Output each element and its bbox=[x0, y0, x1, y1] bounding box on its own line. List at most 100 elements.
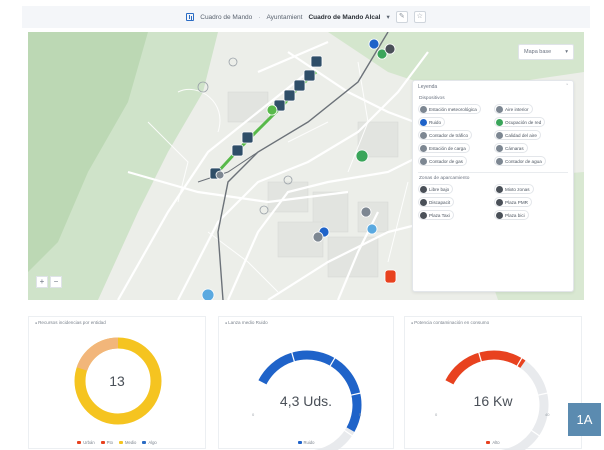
zoom-out-button[interactable]: − bbox=[50, 276, 62, 288]
legend-item[interactable]: Discapacit bbox=[418, 197, 455, 207]
legend-item[interactable]: Cámaras bbox=[494, 143, 528, 153]
edit-icon[interactable]: ✎ bbox=[395, 11, 408, 23]
legend-section-places: Zonas de aparcamiento bbox=[419, 176, 470, 181]
weather-station-icon bbox=[420, 105, 427, 113]
parking-taxi-icon bbox=[420, 211, 427, 219]
legend-item[interactable]: Plaza PMR bbox=[494, 197, 532, 207]
map-type-label: Mapa base bbox=[524, 49, 552, 55]
legend-item-label: Contador de agua bbox=[505, 158, 542, 164]
legend-item[interactable]: Contador de gas bbox=[418, 156, 467, 166]
legend-item-label: Discapacit bbox=[429, 199, 451, 205]
figure-badge: 1A bbox=[568, 403, 601, 436]
legend-swatch bbox=[77, 441, 82, 445]
card-legend-label: Urbán bbox=[83, 440, 95, 445]
legend-item-label: Ruido bbox=[429, 119, 442, 125]
legend-item[interactable]: Ocupación de red bbox=[494, 117, 546, 127]
chevron-down-icon: ▾ bbox=[565, 49, 568, 55]
legend-item-label: Libre bajo bbox=[429, 186, 450, 192]
map-legend: Leyenda ˇ Dispositivos Estación meteorol… bbox=[412, 80, 574, 292]
gas-meter-icon bbox=[420, 157, 427, 165]
legend-item[interactable]: Libre bajo bbox=[418, 184, 454, 194]
card-legend-item[interactable]: Ruido bbox=[297, 440, 315, 445]
gauge-max-label: 40 bbox=[545, 412, 550, 417]
card-legend-item[interactable]: Pto bbox=[100, 440, 113, 445]
legend-item-label: Mixto zonas bbox=[505, 186, 530, 192]
gauge-max-label: 5 bbox=[359, 412, 362, 417]
legend-item[interactable]: Contador de agua bbox=[494, 156, 546, 166]
parking-pmr-icon bbox=[496, 198, 503, 206]
network-icon bbox=[496, 118, 503, 126]
zoom-controls: + − bbox=[36, 276, 62, 288]
parking-bike-icon bbox=[496, 211, 503, 219]
noise-gauge bbox=[258, 350, 362, 450]
legend-places-list: Libre bajo Mixto zonas Discapacit Plaza PMR… bbox=[413, 184, 573, 220]
noise-icon bbox=[420, 118, 427, 126]
card-legend-label: Algo bbox=[148, 440, 157, 445]
current-dashboard[interactable]: Cuadro de Mando Alcal bbox=[308, 14, 380, 21]
legend-header[interactable]: Leyenda ˇ bbox=[413, 81, 573, 93]
legend-swatch bbox=[486, 441, 491, 445]
legend-item-label: Aire interior bbox=[505, 106, 529, 112]
donut-center-value: 13 bbox=[109, 373, 125, 389]
gauge-value: 4,3 Uds. bbox=[279, 393, 333, 409]
legend-devices-list: Estación meteorológica Aire interior Ruido… bbox=[413, 104, 573, 166]
air-quality-icon bbox=[496, 131, 503, 139]
legend-swatch bbox=[100, 441, 105, 445]
legend-section-devices: Dispositivos bbox=[419, 96, 445, 101]
star-icon[interactable]: ☆ bbox=[413, 11, 426, 23]
parking-low-icon bbox=[420, 185, 427, 193]
legend-item[interactable]: Ruido bbox=[418, 117, 446, 127]
legend-item[interactable]: Mixto zonas bbox=[494, 184, 534, 194]
legend-item-label: Estación meteorológica bbox=[429, 106, 477, 112]
parking-disabled-icon bbox=[420, 198, 427, 206]
legend-swatch bbox=[297, 441, 302, 445]
card-legend-item[interactable]: Algo bbox=[142, 440, 157, 445]
charging-icon bbox=[420, 144, 427, 152]
legend-swatch bbox=[118, 441, 123, 445]
donut-segment-secondary bbox=[76, 337, 119, 372]
breadcrumb-separator: · bbox=[258, 13, 261, 21]
gauge-value: 16 Kw bbox=[473, 393, 513, 409]
legend-item[interactable]: Contador de tráfico bbox=[418, 130, 473, 140]
legend-item[interactable]: Estación de carga bbox=[418, 143, 470, 153]
legend-item[interactable]: Estación meteorológica bbox=[418, 104, 481, 114]
card-legend-item[interactable]: Medio bbox=[118, 440, 137, 445]
traffic-counter-icon bbox=[420, 131, 427, 139]
legend-item-label: Ocupación de red bbox=[505, 119, 542, 125]
card-legend-label: Pto bbox=[106, 440, 113, 445]
legend-item-label: Cámaras bbox=[505, 145, 524, 151]
legend-item-label: Plaza PMR bbox=[505, 199, 528, 205]
legend-item-label: Plaza Taxi bbox=[429, 212, 450, 218]
card-legend-label: Alto bbox=[492, 440, 500, 445]
air-icon bbox=[496, 105, 503, 113]
legend-title: Leyenda bbox=[418, 84, 438, 90]
map-type-select[interactable]: Mapa base ▾ bbox=[518, 44, 574, 60]
power-card: Potencia contaminación en consumo 16 Kw … bbox=[404, 316, 582, 450]
card-legend-item[interactable]: Urbán bbox=[77, 440, 95, 445]
header-bar: Cuadro de Mando · Ayuntamient Cuadro de … bbox=[22, 6, 590, 28]
camera-icon bbox=[496, 144, 503, 152]
card-legend: Ruido bbox=[219, 440, 393, 445]
card-legend-label: Ruido bbox=[303, 440, 315, 445]
card-legend: Urbán Pto Medio Algo bbox=[29, 440, 205, 445]
noise-card: Lanza medio Ruido 4,3 Uds. 0 5 Ruido bbox=[218, 316, 394, 450]
legend-item-label: Contador de gas bbox=[429, 158, 463, 164]
header-title[interactable]: Cuadro de Mando bbox=[200, 14, 252, 21]
legend-item[interactable]: Aire interior bbox=[494, 104, 533, 114]
breadcrumb-org[interactable]: Ayuntamient bbox=[266, 14, 302, 21]
legend-item-label: Calidad del aire bbox=[505, 132, 537, 138]
card-legend-label: Medio bbox=[124, 440, 137, 445]
chevron-down-icon[interactable]: ▾ bbox=[386, 13, 389, 21]
dashboard-icon bbox=[186, 13, 195, 21]
legend-item[interactable]: Calidad del aire bbox=[494, 130, 541, 140]
legend-item-label: Estación de carga bbox=[429, 145, 466, 151]
card-legend-item[interactable]: Alto bbox=[486, 440, 500, 445]
legend-item[interactable]: Plaza Taxi bbox=[418, 210, 454, 220]
collapse-icon[interactable]: ˇ bbox=[566, 84, 568, 90]
card-legend: Alto bbox=[405, 440, 581, 445]
zoom-in-button[interactable]: + bbox=[36, 276, 48, 288]
parking-mixed-icon bbox=[496, 185, 503, 193]
map-panel[interactable]: Mapa base ▾ + − Leyenda ˇ Dispositivos E… bbox=[28, 32, 584, 300]
legend-item[interactable]: Plaza bici bbox=[494, 210, 529, 220]
dashboard-window: Cuadro de Mando · Ayuntamient Cuadro de … bbox=[0, 0, 604, 450]
